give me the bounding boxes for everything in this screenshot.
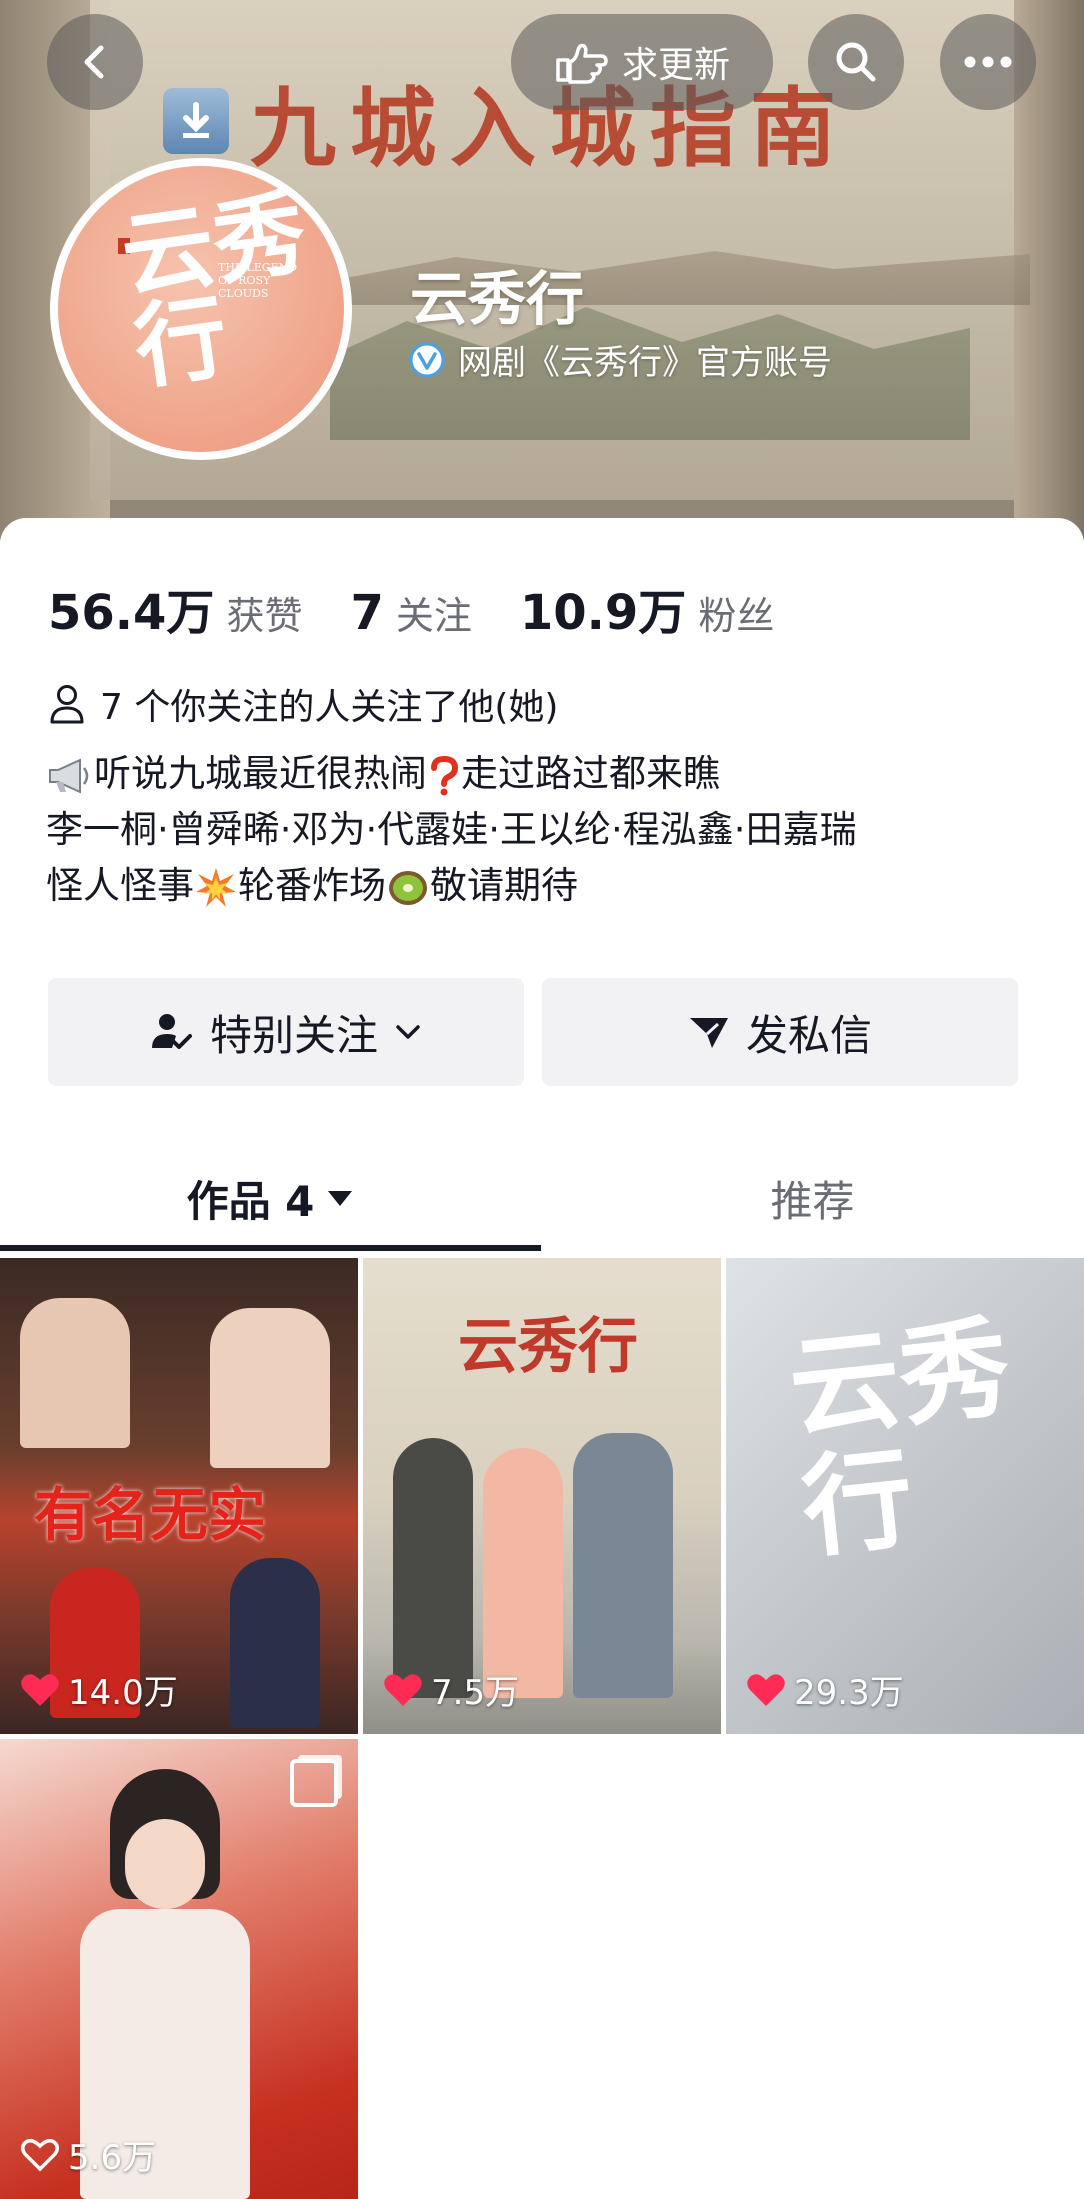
back-button[interactable]: [47, 14, 143, 110]
stat-likes[interactable]: 56.4万 获赞: [48, 573, 302, 643]
heart-icon: [747, 1673, 785, 1706]
verified-text: 网剧《云秀行》官方账号: [458, 343, 832, 383]
heart-icon: [21, 1673, 59, 1706]
bio: 听说九城最近很热闹 走过路过都来瞧 李一桐·曾舜晞·邓为·代露娃·王以纶·程泓鑫…: [46, 746, 857, 914]
avatar-logo: 云秀行 THE LEGEND OF ROSY CLOUDS: [58, 166, 344, 452]
stat-followers-value: 10.9万: [519, 585, 687, 641]
heart-outline-icon: [21, 2138, 59, 2171]
special-follow-button[interactable]: 特别关注: [48, 978, 524, 1086]
video-tile[interactable]: 5.6万: [0, 1739, 358, 2199]
video-likes: 5.6万: [20, 2130, 156, 2179]
video-likes: 29.3万: [746, 1665, 904, 1714]
bio-line-3: 怪人怪事 轮番炸场 敬请期待: [46, 858, 857, 914]
avatar[interactable]: 云秀行 THE LEGEND OF ROSY CLOUDS: [50, 158, 352, 460]
video-caption: 云秀行: [458, 1312, 638, 1382]
bio-line-1b-text: 走过路过都来瞧: [461, 752, 720, 795]
red-question-icon: [431, 755, 459, 795]
verification-row: 网剧《云秀行》官方账号: [408, 335, 832, 384]
send-icon: [689, 1018, 728, 1048]
tab-works-label: 作品 4: [186, 1176, 315, 1226]
bio-line-1: 听说九城最近很热闹 走过路过都来瞧: [46, 746, 857, 802]
video-likes-count: 29.3万: [794, 1673, 904, 1713]
video-thumb-person: [573, 1433, 673, 1698]
video-likes-count: 14.0万: [68, 1673, 178, 1713]
search-icon: [836, 42, 876, 82]
bio-line-1-text: 听说九城最近很热闹: [94, 752, 427, 795]
content-tabs: 作品 4 推荐: [0, 1138, 1084, 1258]
tab-active-indicator: [0, 1245, 541, 1251]
chevron-down-icon: [396, 1025, 420, 1039]
video-likes: 14.0万: [20, 1665, 178, 1714]
video-caption: 有名无实: [34, 1481, 267, 1549]
hand-point-icon: [556, 43, 608, 84]
video-caption: 云秀行: [783, 1302, 1016, 1573]
heart-icon: [384, 1673, 422, 1706]
video-thumb-person: [20, 1298, 130, 1448]
stat-following-value: 7: [350, 585, 384, 641]
download-badge-icon: [163, 88, 229, 154]
tab-recommend-label: 推荐: [770, 1176, 855, 1226]
megaphone-icon: [49, 757, 89, 794]
stat-followers[interactable]: 10.9万 粉丝: [520, 573, 774, 643]
tab-works[interactable]: 作品 4: [0, 1138, 541, 1258]
request-update-label: 求更新: [621, 45, 730, 86]
profile-card: 56.4万 获赞 7 关注 10.9万 粉丝 7 个你关注的人关注了他(她) 听…: [0, 518, 1084, 2199]
mutual-follow-row[interactable]: 7 个你关注的人关注了他(她): [48, 678, 558, 730]
more-dots-icon: [964, 56, 1012, 68]
video-likes-count: 5.6万: [68, 2138, 157, 2178]
send-message-button[interactable]: 发私信: [542, 978, 1018, 1086]
multi-image-icon: [290, 1759, 338, 1807]
video-thumb-person: [125, 1819, 205, 1909]
user-check-icon: [151, 1014, 192, 1049]
stat-likes-label: 获赞: [226, 594, 303, 638]
video-thumb-person: [210, 1308, 330, 1468]
chevron-left-icon: [84, 45, 104, 79]
special-follow-label: 特别关注: [209, 1010, 378, 1060]
mutual-follow-text: 7 个你关注的人关注了他(她): [100, 687, 559, 728]
video-thumb-person: [230, 1558, 320, 1728]
stat-followers-label: 粉丝: [698, 594, 775, 638]
person-icon: [50, 685, 84, 724]
bio-line-2: 李一桐·曾舜晞·邓为·代露娃·王以纶·程泓鑫·田嘉瑞: [46, 808, 857, 851]
stat-following[interactable]: 7 关注: [350, 585, 471, 641]
request-update-button[interactable]: 求更新: [511, 14, 773, 110]
video-tile[interactable]: 云秀行 29.3万: [726, 1258, 1084, 1734]
video-tile[interactable]: 有名无实 14.0万: [0, 1258, 358, 1734]
video-likes-count: 7.5万: [431, 1673, 520, 1713]
tab-recommend[interactable]: 推荐: [541, 1138, 1084, 1258]
bio-line-3c-text: 敬请期待: [430, 864, 578, 907]
video-likes: 7.5万: [383, 1665, 519, 1714]
collision-icon: [196, 867, 236, 907]
caret-down-icon: [328, 1191, 353, 1206]
send-message-label: 发私信: [745, 1010, 872, 1060]
stat-following-label: 关注: [395, 594, 472, 638]
verified-badge-icon: [409, 342, 445, 377]
stat-likes-value: 56.4万: [48, 585, 215, 641]
search-button[interactable]: [808, 14, 904, 110]
kiwi-icon: [389, 870, 427, 905]
video-thumb-person: [393, 1438, 473, 1698]
bio-line-3b-text: 轮番炸场: [238, 864, 386, 907]
video-tile[interactable]: 云秀行 7.5万: [363, 1258, 721, 1734]
avatar-subtitle: THE LEGEND OF ROSY CLOUDS: [218, 261, 298, 300]
more-button[interactable]: [940, 14, 1036, 110]
profile-name: 云秀行: [410, 265, 585, 333]
bio-line-3a-text: 怪人怪事: [46, 864, 194, 907]
stats-row: 56.4万 获赞 7 关注 10.9万 粉丝: [48, 573, 822, 643]
video-thumb-person: [483, 1448, 563, 1698]
